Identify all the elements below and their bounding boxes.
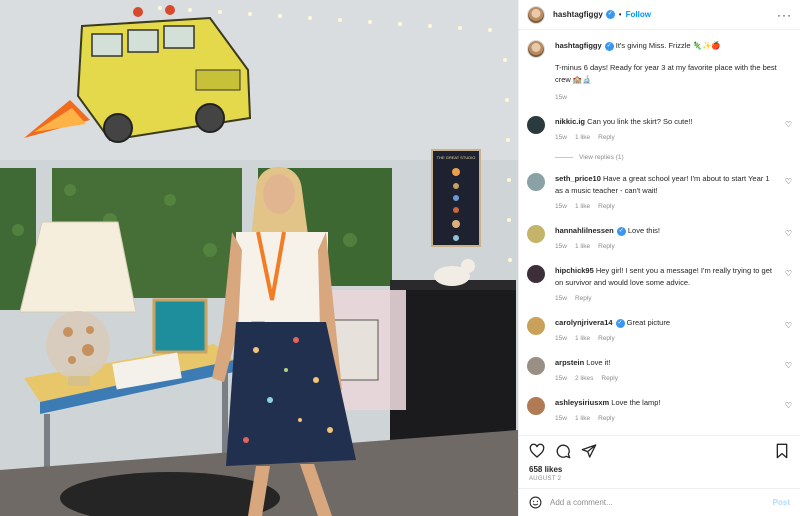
comment-time: 15w	[555, 203, 567, 210]
comment-text: Can you link the skirt? So cute!!	[587, 117, 693, 126]
comment-row: seth_price10 Have a great school year! I…	[527, 173, 792, 213]
post-date: AUGUST 2	[529, 476, 562, 482]
share-icon[interactable]	[581, 443, 597, 459]
commenter-avatar[interactable]	[527, 116, 545, 134]
comment-time: 15w	[555, 295, 567, 302]
likes-count[interactable]: 658 likes	[519, 465, 800, 474]
comment-text: Love the lamp!	[611, 398, 661, 407]
comment-time: 15w	[555, 243, 567, 250]
commenter-username[interactable]: arpstein	[555, 358, 584, 367]
comment-row: hipchick95 Hey girl! I sent you a messag…	[527, 265, 792, 305]
commenter-avatar[interactable]	[527, 265, 545, 283]
comments-scroll[interactable]: hashtagfiggy ✓ It's giving Miss. Frizzle …	[519, 30, 800, 435]
comment-meta: 15w 1 like Reply	[555, 333, 779, 345]
comment-heart-icon[interactable]: ♡	[785, 120, 792, 129]
comment-likes[interactable]: 1 like	[575, 335, 590, 342]
post-photo[interactable]: THE GREAT STUDIO	[0, 0, 518, 516]
comment-row: arpstein Love it! 15w 2 likes Reply ♡	[527, 357, 792, 385]
commenter-username[interactable]: hipchick95	[555, 266, 594, 275]
comment-row: carolynjrivera14 ✓ Great picture 15w 1 like…	[527, 317, 792, 345]
comment-heart-icon[interactable]: ♡	[785, 401, 792, 410]
commenter-username[interactable]: ashleysiriusxm	[555, 398, 609, 407]
classroom-photo: THE GREAT STUDIO	[0, 0, 518, 516]
comment-heart-icon[interactable]: ♡	[785, 269, 792, 278]
comment-time: 15w	[555, 415, 567, 422]
separator-dot: •	[618, 10, 622, 19]
reply-button[interactable]: Reply	[601, 375, 618, 382]
commenter-avatar[interactable]	[527, 173, 545, 191]
comment-text: Love it!	[586, 358, 611, 367]
commenter-avatar[interactable]	[527, 225, 545, 243]
verified-icon: ✓	[605, 10, 615, 19]
comment-time: 15w	[555, 134, 567, 141]
comment-likes[interactable]: 1 like	[575, 243, 590, 250]
comment-meta: 15w 1 like Reply	[555, 413, 779, 425]
heart-icon[interactable]	[529, 443, 545, 459]
comment-heart-icon[interactable]: ♡	[785, 229, 792, 238]
caption: hashtagfiggy ✓ It's giving Miss. Frizzle …	[527, 30, 792, 104]
replies-divider	[555, 157, 573, 158]
caption-line1: It's giving Miss. Frizzle 🦎✨🍎	[615, 41, 721, 50]
comment-row: nikkic.ig Can you link the skirt? So cut…	[527, 116, 792, 144]
comment-likes[interactable]: 1 like	[575, 203, 590, 210]
reply-button[interactable]: Reply	[598, 335, 615, 342]
comment-meta: 15w 2 likes Reply	[555, 373, 779, 385]
caption-time: 15w	[555, 94, 567, 101]
view-replies-label[interactable]: View replies (1)	[579, 154, 624, 161]
author-username[interactable]: hashtagfiggy	[553, 10, 603, 19]
comment-meta: 15w 1 like Reply	[555, 241, 779, 253]
reply-button[interactable]: Reply	[598, 203, 615, 210]
verified-icon: ✓	[615, 318, 625, 328]
emoji-icon[interactable]	[529, 496, 542, 509]
reply-button[interactable]: Reply	[598, 415, 615, 422]
comment-time: 15w	[555, 375, 567, 382]
comment-heart-icon[interactable]: ♡	[785, 361, 792, 370]
comment-text: Love this!	[627, 226, 660, 235]
comment-row: ashleysiriusxm Love the lamp! 15w 1 like Re…	[527, 397, 792, 425]
comment-meta: 15w Reply	[555, 293, 779, 305]
view-replies-button[interactable]: View replies (1)	[555, 154, 792, 161]
reply-button[interactable]: Reply	[575, 295, 592, 302]
reply-button[interactable]: Reply	[598, 243, 615, 250]
comment-list: nikkic.ig Can you link the skirt? So cut…	[527, 116, 792, 435]
post-side-panel: hashtagfiggy ✓ • Follow ··· hashtagfiggy…	[518, 0, 800, 516]
commenter-username[interactable]: hannahlilnessen	[555, 226, 614, 235]
comment-likes[interactable]: 1 like	[575, 415, 590, 422]
caption-line2: T-minus 6 days! Ready for year 3 at my f…	[555, 63, 777, 84]
verified-icon: ✓	[616, 226, 626, 236]
comment-meta: 15w 1 like Reply	[555, 201, 779, 213]
comment-input[interactable]: Add a comment...	[550, 498, 773, 507]
author-avatar[interactable]	[527, 5, 545, 24]
caption-username[interactable]: hashtagfiggy	[555, 41, 602, 50]
comment-meta: 15w 1 like Reply	[555, 132, 779, 144]
bookmark-icon[interactable]	[774, 443, 790, 459]
commenter-avatar[interactable]	[527, 357, 545, 375]
more-icon[interactable]: ···	[777, 8, 792, 22]
comment-likes[interactable]: 2 likes	[575, 375, 593, 382]
commenter-username[interactable]: seth_price10	[555, 174, 601, 183]
follow-button[interactable]: Follow	[626, 10, 651, 19]
comment-row: hannahlilnessen ✓ Love this! 15w 1 like Repl…	[527, 225, 792, 253]
comment-icon[interactable]	[555, 443, 571, 459]
post-header: hashtagfiggy ✓ • Follow ···	[519, 0, 800, 30]
comment-time: 15w	[555, 335, 567, 342]
commenter-avatar[interactable]	[527, 317, 545, 335]
commenter-username[interactable]: nikkic.ig	[555, 117, 585, 126]
commenter-avatar[interactable]	[527, 397, 545, 415]
author-avatar[interactable]	[527, 40, 545, 58]
add-comment-bar: Add a comment... Post	[519, 488, 800, 516]
action-bar	[519, 435, 800, 465]
post-viewer: THE GREAT STUDIO hashtagfiggy ✓ • Follow…	[0, 0, 800, 516]
verified-icon: ✓	[604, 41, 614, 51]
commenter-username[interactable]: carolynjrivera14	[555, 318, 613, 327]
reply-button[interactable]: Reply	[598, 134, 615, 141]
post-comment-button[interactable]: Post	[773, 498, 790, 507]
comment-heart-icon[interactable]: ♡	[785, 177, 792, 186]
comment-text: Great picture	[626, 318, 670, 327]
poster-title: THE GREAT STUDIO	[437, 155, 476, 160]
comment-likes[interactable]: 1 like	[575, 134, 590, 141]
comment-heart-icon[interactable]: ♡	[785, 321, 792, 330]
